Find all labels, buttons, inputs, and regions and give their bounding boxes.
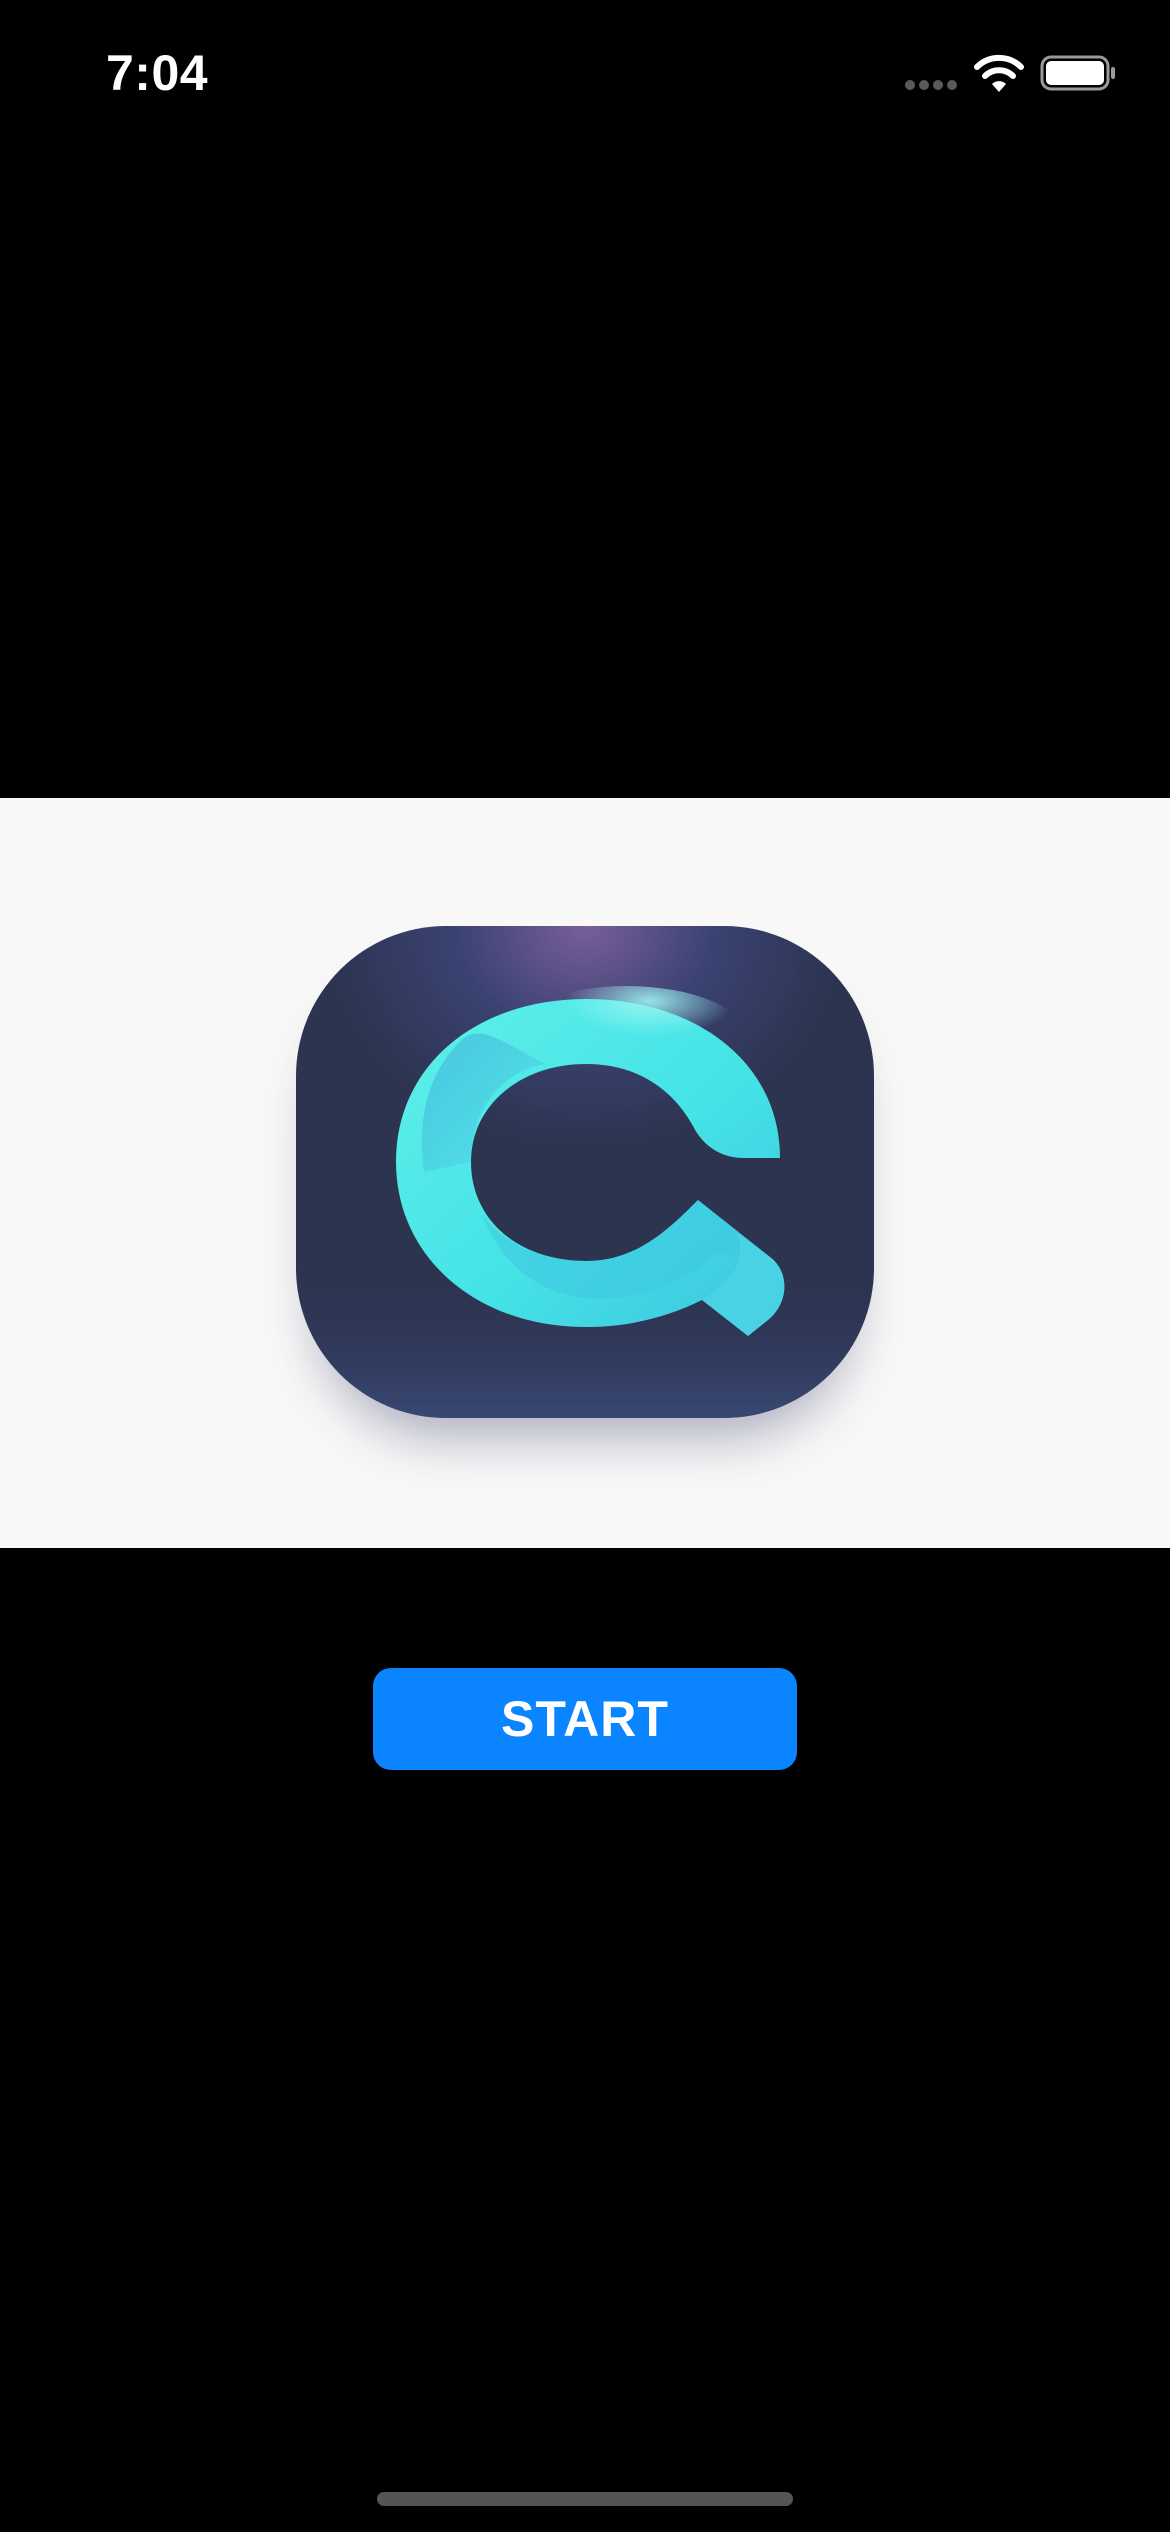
- hero-panel: [0, 798, 1170, 1548]
- status-bar: 7:04: [0, 0, 1170, 150]
- home-indicator[interactable]: [377, 2492, 793, 2506]
- app-logo-icon: [296, 926, 874, 1418]
- status-time: 7:04: [106, 45, 209, 101]
- battery-icon: [1040, 55, 1115, 91]
- start-button[interactable]: START: [373, 1668, 797, 1770]
- wifi-icon: [974, 54, 1024, 92]
- cellular-signal-icon: [905, 80, 957, 92]
